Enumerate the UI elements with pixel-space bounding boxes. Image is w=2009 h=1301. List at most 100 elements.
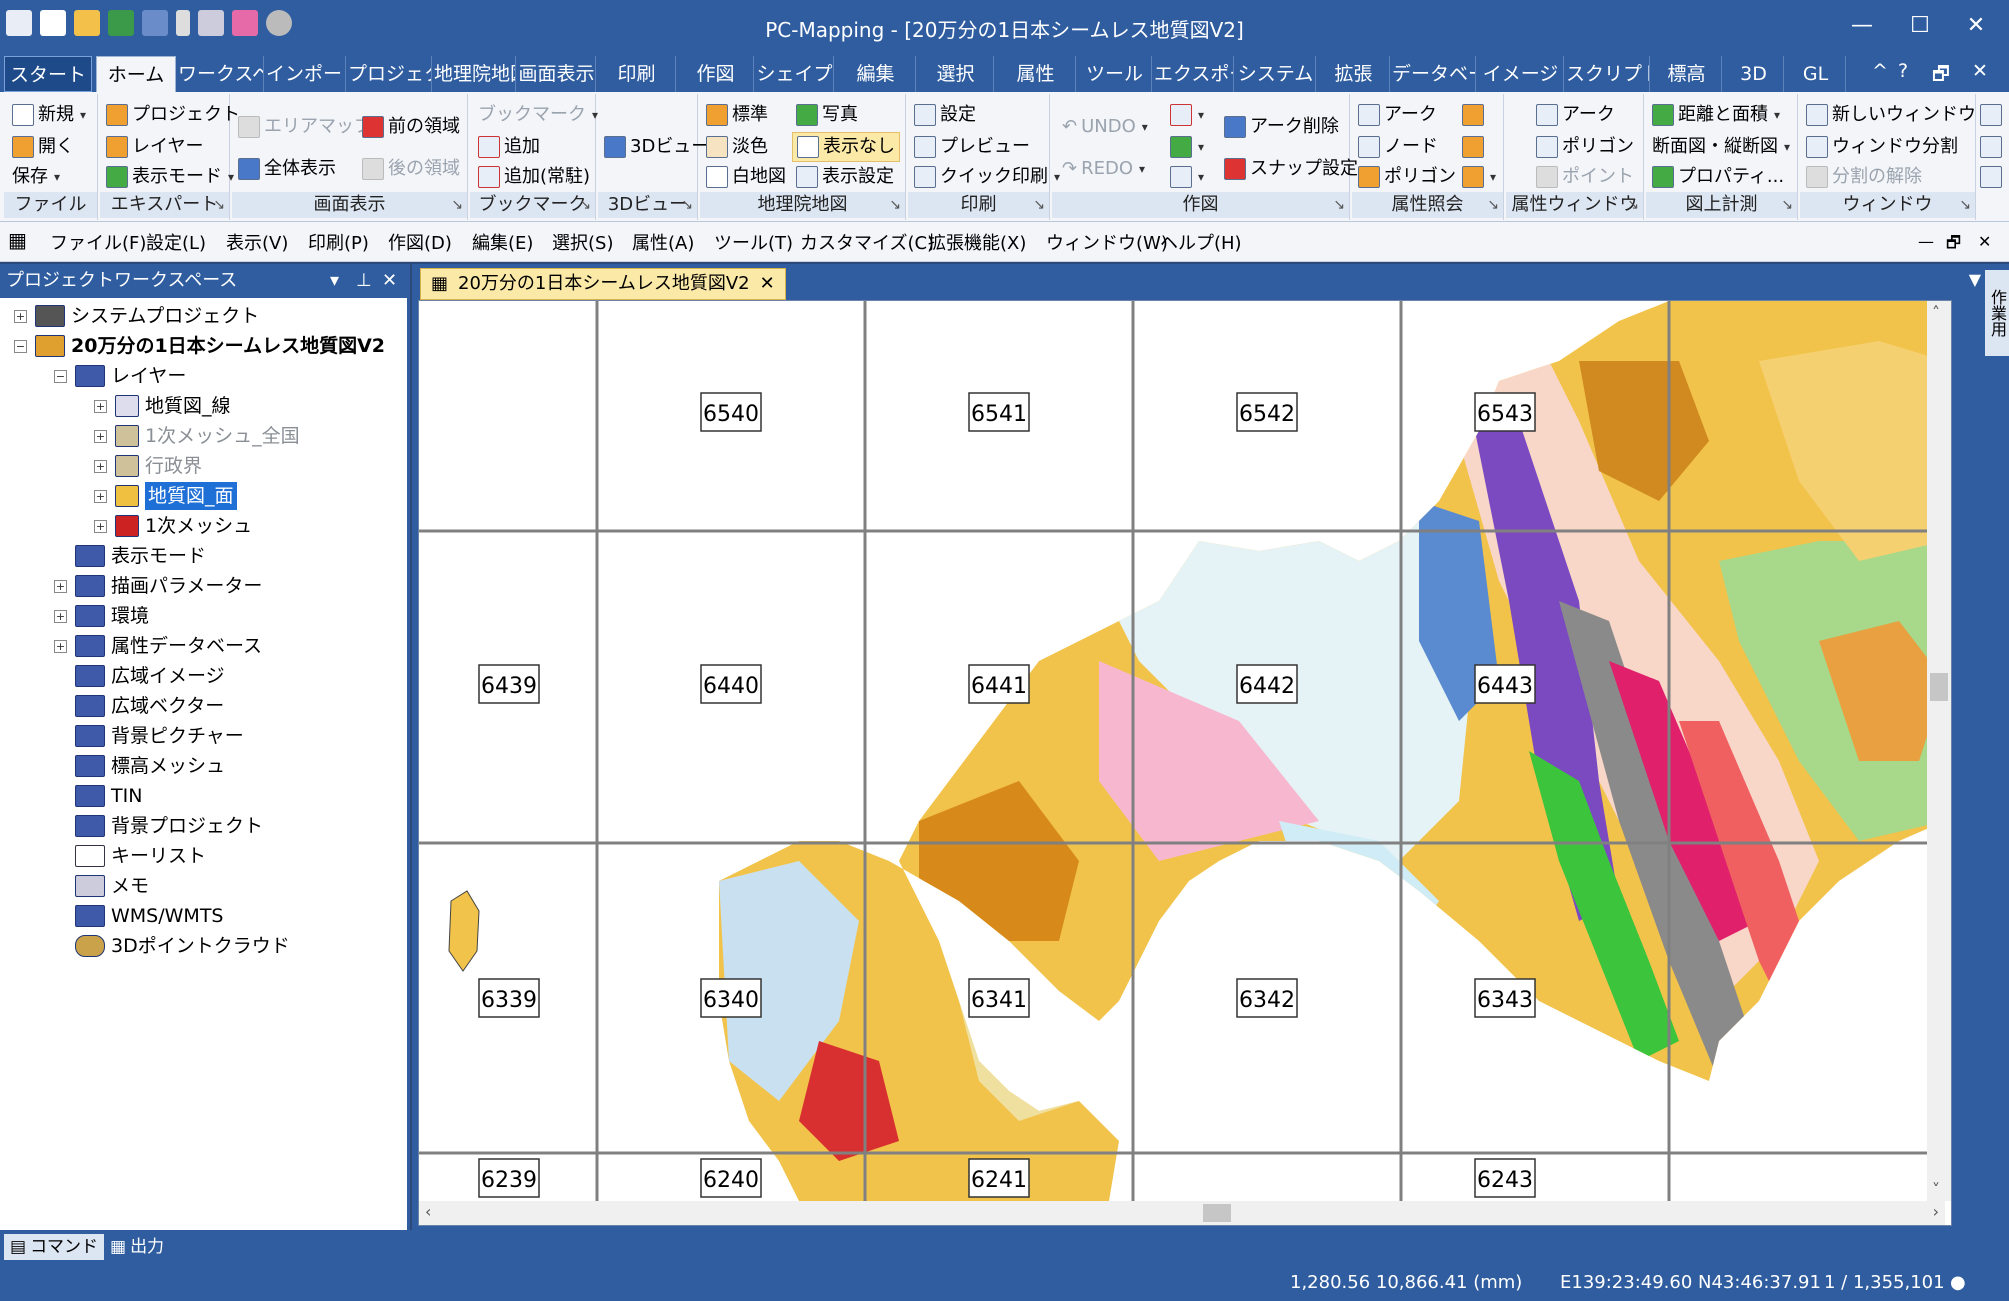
query-node-button[interactable]: ノード xyxy=(1358,132,1438,162)
query-tool-3[interactable]: ▾ xyxy=(1462,162,1496,192)
vertical-scroll-thumb[interactable] xyxy=(1930,673,1948,701)
horizontal-scrollbar[interactable]: ‹ › xyxy=(419,1201,1945,1225)
gsi-standard-button[interactable]: 標準 xyxy=(706,100,768,130)
menu-window[interactable]: ウィンドウ(W) xyxy=(1046,229,1168,255)
tree-node-layers[interactable]: − レイヤー xyxy=(54,362,186,390)
document-tab[interactable]: ▦ 20万分の1日本シームレス地質図V2 ✕ xyxy=(420,268,786,300)
menu-view[interactable]: 表示(V) xyxy=(226,229,288,255)
gsi-launcher-icon[interactable]: ↘ xyxy=(889,192,901,218)
menu-tool[interactable]: ツール(T) xyxy=(714,229,793,255)
draw-delete-tool[interactable]: ▾ xyxy=(1170,100,1204,130)
scroll-down-icon[interactable]: ˅ xyxy=(1932,1180,1940,1199)
gsi-pale-button[interactable]: 淡色 xyxy=(706,132,768,162)
gsi-photo-button[interactable]: 写真 xyxy=(796,100,858,130)
ribbon-restore-button[interactable]: 🗗 xyxy=(1932,60,1950,92)
split-window-button[interactable]: ウィンドウ分割 xyxy=(1806,132,1958,162)
tab-draw[interactable]: 作図 xyxy=(678,56,754,92)
tree-node-project[interactable]: −20万分の1日本シームレス地質図V2 xyxy=(14,332,385,360)
measure-launcher-icon[interactable]: ↘ xyxy=(1781,192,1793,218)
tab-home[interactable]: ホーム xyxy=(96,56,176,92)
tree-node-environment[interactable]: + 環境 xyxy=(54,602,149,630)
tile-vertical-button[interactable] xyxy=(1980,162,2002,192)
gsi-blank-button[interactable]: 白地図 xyxy=(706,162,786,192)
tree-node-background-project[interactable]: 背景プロジェクト xyxy=(54,812,263,840)
draw-pen-tool[interactable]: ▾ xyxy=(1170,132,1204,162)
document-list-icon[interactable]: ▼ xyxy=(1969,270,1981,289)
tree-node-system-project[interactable]: + システムプロジェクト xyxy=(14,302,259,330)
gsi-none-button[interactable]: 表示なし xyxy=(792,132,900,162)
next-area-button[interactable]: 後の領域 xyxy=(362,154,460,184)
gsi-display-settings-button[interactable]: 表示設定 xyxy=(796,162,894,192)
tab-script[interactable]: スクリプト xyxy=(1566,56,1650,92)
geology-map-canvas[interactable]: 6540 6541 6542 6543 6439 6440 6441 6442 6443 6339… xyxy=(419,301,1945,1201)
tree-node-point-cloud[interactable]: 3Dポイントクラウド xyxy=(54,932,290,960)
tree-node-layer-mesh[interactable]: +1次メッシュ xyxy=(94,512,252,540)
bookmark-add-button[interactable]: 追加 xyxy=(478,132,540,162)
tab-gl[interactable]: GL xyxy=(1786,56,1846,92)
ribbon-close-button[interactable]: ✕ xyxy=(1972,60,1988,82)
attr-window-launcher-icon[interactable]: ↘ xyxy=(1627,192,1639,218)
mdi-close-button[interactable]: ✕ xyxy=(1978,232,1991,251)
tab-screen[interactable]: 画面表示 xyxy=(518,56,596,92)
scroll-right-icon[interactable]: › xyxy=(1933,1202,1939,1221)
menu-edit[interactable]: 編集(E) xyxy=(472,229,533,255)
tab-import[interactable]: インポート xyxy=(266,56,346,92)
layer-button[interactable]: レイヤー xyxy=(106,132,203,162)
tab-image[interactable]: イメージ xyxy=(1478,56,1564,92)
window-launcher-icon[interactable]: ↘ xyxy=(1959,192,1971,218)
tree-node-attr-database[interactable]: + 属性データベース xyxy=(54,632,262,660)
tab-command[interactable]: ▤ コマンド xyxy=(4,1234,105,1260)
query-tool-1[interactable] xyxy=(1462,100,1484,130)
side-tab-work[interactable]: 作業用 xyxy=(1985,270,2009,356)
menu-attribute[interactable]: 属性(A) xyxy=(632,229,694,255)
tab-output[interactable]: ▦ 出力 xyxy=(104,1234,170,1260)
attrwin-point-button[interactable]: ポイント xyxy=(1536,162,1634,192)
ribbon-collapse-button[interactable]: ^ xyxy=(1872,60,1888,82)
query-polygon-button[interactable]: ポリゴン xyxy=(1358,162,1456,192)
query-arc-button[interactable]: アーク xyxy=(1358,100,1437,130)
tab-start[interactable]: スタート xyxy=(4,56,92,92)
tree-node-elevation-mesh[interactable]: 標高メッシュ xyxy=(54,752,225,780)
print-launcher-icon[interactable]: ↘ xyxy=(1033,192,1045,218)
help-button[interactable]: ? xyxy=(1898,60,1908,82)
tile-horizontal-button[interactable] xyxy=(1980,132,2002,162)
tab-edit[interactable]: 編集 xyxy=(836,56,916,92)
scroll-up-icon[interactable]: ˄ xyxy=(1932,303,1940,322)
arc-delete-button[interactable]: アーク削除 xyxy=(1224,112,1339,142)
redo-button[interactable]: ↷ REDO ▾ xyxy=(1062,154,1145,184)
menu-draw[interactable]: 作図(D) xyxy=(388,229,452,255)
fit-all-button[interactable]: 全体表示 xyxy=(238,154,336,184)
horizontal-scroll-thumb[interactable] xyxy=(1203,1204,1231,1222)
tab-workspace[interactable]: ワークスペー xyxy=(178,56,264,92)
minimize-button[interactable]: — xyxy=(1832,6,1892,46)
maximize-button[interactable]: ☐ xyxy=(1890,6,1950,46)
3d-view-button[interactable]: 3Dビュー xyxy=(604,132,709,162)
vertical-scrollbar[interactable]: ˄ ˅ xyxy=(1927,301,1951,1201)
menu-print[interactable]: 印刷(P) xyxy=(308,229,369,255)
tab-3d[interactable]: 3D xyxy=(1724,56,1784,92)
tree-node-wide-vector[interactable]: 広域ベクター xyxy=(54,692,224,720)
attrwin-arc-button[interactable]: アーク xyxy=(1536,100,1615,130)
menu-select[interactable]: 選択(S) xyxy=(552,229,613,255)
measure-properties-button[interactable]: プロパティ... xyxy=(1652,162,1784,192)
bookmark-add-resident-button[interactable]: 追加(常駐) xyxy=(478,162,590,192)
mdi-minimize-button[interactable]: — xyxy=(1918,232,1934,251)
snap-settings-button[interactable]: スナップ設定 xyxy=(1224,154,1358,184)
distance-area-button[interactable]: 距離と面積 ▾ xyxy=(1652,100,1780,130)
tab-project[interactable]: プロジェクト xyxy=(348,56,432,92)
tree-node-layer-admin[interactable]: + 行政界 xyxy=(94,452,202,480)
tab-gsi-map[interactable]: 地理院地図 xyxy=(434,56,516,92)
area-map-button[interactable]: エリアマップ xyxy=(238,112,372,142)
tab-select[interactable]: 選択 xyxy=(918,56,994,92)
tab-database[interactable]: データベース xyxy=(1392,56,1476,92)
unsplit-window-button[interactable]: 分割の解除 xyxy=(1806,162,1922,192)
close-window-button[interactable]: ✕ xyxy=(1946,6,2006,46)
map-view[interactable]: 6540 6541 6542 6543 6439 6440 6441 6442 6443 6339… xyxy=(418,300,1952,1226)
quick-print-button[interactable]: クイック印刷 ▾ xyxy=(914,162,1060,192)
tab-shape[interactable]: シェイプ xyxy=(756,56,834,92)
print-preview-button[interactable]: プレビュー xyxy=(914,132,1030,162)
save-button[interactable]: 保存 ▾ xyxy=(12,162,60,192)
tab-extension[interactable]: 拡張 xyxy=(1318,56,1390,92)
lightbulb-icon[interactable]: ● xyxy=(1950,1272,1966,1293)
bookmark-dropdown[interactable]: ブックマーク ▾ xyxy=(478,100,598,130)
